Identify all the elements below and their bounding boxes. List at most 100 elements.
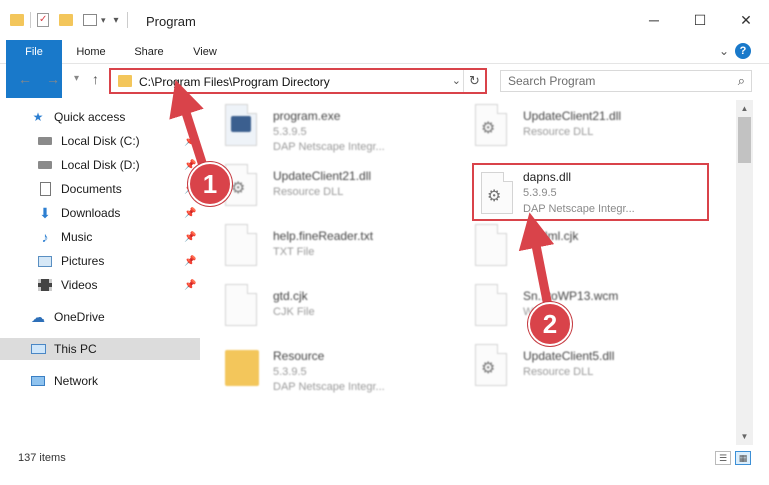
sidebar-item-local-disk-d[interactable]: Local Disk (D:) 📌: [0, 154, 200, 176]
refresh-icon[interactable]: ↻: [463, 70, 485, 92]
file-description: DAP Netscape Integr...: [523, 203, 635, 215]
tab-view[interactable]: View: [180, 40, 230, 64]
search-icon[interactable]: ⌕: [738, 73, 745, 89]
chevron-down-icon[interactable]: ▾: [101, 15, 106, 26]
list-item[interactable]: program.exe 5.3.9.5 DAP Netscape Integr.…: [205, 100, 455, 158]
address-path[interactable]: C:\Program Files\Program Directory: [139, 75, 330, 89]
tab-home[interactable]: Home: [66, 40, 116, 64]
sidebar-item-label: Music: [61, 230, 93, 244]
sidebar-item-label: Pictures: [61, 254, 105, 268]
exe-icon: [225, 104, 259, 148]
window-title: Program: [146, 14, 196, 29]
pin-icon[interactable]: 📌: [184, 280, 196, 291]
scroll-up-icon[interactable]: ▲: [736, 100, 753, 117]
help-icon[interactable]: ?: [735, 43, 751, 59]
highlighted-file-dapns[interactable]: ⚙ dapns.dll 5.3.9.5 DAP Netscape Integr.…: [472, 163, 709, 221]
file-name: help.fineReader.txt: [273, 229, 374, 243]
expand-ribbon-icon[interactable]: ⌄: [719, 44, 729, 58]
pin-icon[interactable]: 📌: [184, 232, 196, 243]
toolbar-divider: [30, 12, 31, 28]
sidebar-item-label: Downloads: [61, 206, 121, 220]
properties-icon[interactable]: ✓: [37, 13, 49, 27]
sidebar-item-label: Network: [54, 374, 99, 388]
txt-icon: [225, 224, 259, 268]
file-name: UpdateClient21.dll: [523, 109, 622, 123]
list-item[interactable]: Resource 5.3.9.5 DAP Netscape Integr...: [205, 340, 455, 398]
file-list: program.exe 5.3.9.5 DAP Netscape Integr.…: [205, 100, 735, 445]
drive-icon: [37, 158, 53, 172]
sidebar-item-onedrive[interactable]: ☁ OneDrive: [0, 306, 200, 328]
sidebar-item-pictures[interactable]: Pictures 📌: [0, 250, 200, 272]
file-type: Resource DLL: [523, 366, 594, 378]
sidebar-item-label: Quick access: [54, 110, 126, 124]
vertical-scrollbar[interactable]: ▲ ▼: [736, 100, 753, 445]
file-name: Sn...toWP13.wcm: [523, 289, 619, 303]
maximize-button[interactable]: ☐: [677, 0, 723, 40]
chevron-down-icon[interactable]: ⌄: [452, 74, 461, 87]
qat-dropdown-icon[interactable]: ▾: [114, 15, 119, 26]
up-arrow-icon[interactable]: ↑: [92, 71, 99, 87]
file-type: TXT File: [273, 246, 315, 258]
details-view-icon[interactable]: ☰: [715, 451, 731, 465]
file-type: Resource DLL: [523, 126, 594, 138]
file-name: ...Nml.cjk: [529, 229, 579, 243]
navigation-row: ← → ▾ ↑ C:\Program Files\Program Directo…: [0, 64, 769, 96]
ribbon-tabs: File Home Share View ⌄ ?: [0, 40, 769, 98]
step-badge-2: 2: [528, 302, 572, 346]
sidebar-item-label: Local Disk (C:): [61, 134, 140, 148]
list-item[interactable]: ⚙ UpdateClient5.dll Resource DLL: [455, 340, 705, 398]
list-item[interactable]: ⚙ UpdateClient21.dll Resource DLL: [455, 100, 705, 158]
customize-icon[interactable]: [83, 14, 97, 26]
recent-locations-icon[interactable]: ▾: [74, 73, 79, 84]
sidebar-item-this-pc[interactable]: This PC: [0, 338, 200, 360]
file-version: 5.3.9.5: [273, 126, 307, 138]
list-item[interactable]: Sn...toWP13.wcm W...: [455, 280, 705, 338]
sidebar-item-quick-access[interactable]: ★ Quick access: [0, 106, 200, 128]
dll-icon: ⚙: [475, 344, 509, 388]
file-description: DAP Netscape Integr...: [273, 141, 385, 153]
file-name: UpdateClient5.dll: [523, 349, 615, 363]
tiles-view-icon[interactable]: ▦: [735, 451, 751, 465]
forward-arrow-icon[interactable]: →: [46, 71, 60, 87]
list-item[interactable]: gtd.cjk CJK File: [205, 280, 455, 338]
file-name: gtd.cjk: [273, 289, 308, 303]
file-version: 5.3.9.5: [273, 366, 307, 378]
sidebar-item-music[interactable]: ♪ Music 📌: [0, 226, 200, 248]
tab-share[interactable]: Share: [124, 40, 174, 64]
search-input[interactable]: Search Program ⌕: [500, 70, 752, 92]
close-button[interactable]: ✕: [723, 0, 769, 40]
music-icon: ♪: [41, 229, 49, 245]
videos-icon: [37, 278, 53, 292]
list-item[interactable]: help.fineReader.txt TXT File: [205, 220, 455, 278]
sidebar-item-videos[interactable]: Videos 📌: [0, 274, 200, 296]
sidebar-item-local-disk-c[interactable]: Local Disk (C:) 📌: [0, 130, 200, 152]
pin-icon[interactable]: 📌: [184, 136, 196, 147]
toolbar-divider: [126, 12, 128, 28]
pin-icon[interactable]: 📌: [184, 256, 196, 267]
scroll-down-icon[interactable]: ▼: [736, 428, 753, 445]
sidebar-item-label: This PC: [54, 342, 97, 356]
sidebar-item-label: Documents: [61, 182, 122, 196]
file-description: DAP Netscape Integr...: [273, 381, 385, 393]
file-name: UpdateClient21.dll: [273, 169, 372, 183]
status-bar: 137 items ☰ ▦: [0, 448, 769, 470]
dll-icon: ⚙: [481, 172, 515, 214]
list-item[interactable]: ⚙ UpdateClient21.dll Resource DLL: [205, 160, 455, 218]
minimize-button[interactable]: ─: [631, 0, 677, 40]
file-type: CJK File: [273, 306, 315, 318]
sidebar-item-documents[interactable]: Documents 📌: [0, 178, 200, 200]
address-bar[interactable]: C:\Program Files\Program Directory ⌄ ↻: [109, 68, 487, 94]
back-arrow-icon[interactable]: ←: [18, 71, 32, 87]
sidebar-item-downloads[interactable]: ⬇ Downloads 📌: [0, 202, 200, 224]
computer-icon: [30, 342, 46, 356]
documents-icon: [37, 182, 53, 196]
sidebar-item-label: OneDrive: [54, 310, 105, 324]
file-name: dapns.dll: [523, 170, 572, 184]
new-folder-icon[interactable]: [59, 14, 73, 26]
sidebar-item-network[interactable]: Network: [0, 370, 200, 392]
list-item[interactable]: ...Nml.cjk: [455, 220, 705, 278]
folder-icon: [118, 75, 132, 87]
quick-access-toolbar: ✓ ▾ ▾: [10, 12, 130, 28]
scrollbar-thumb[interactable]: [738, 117, 751, 163]
pin-icon[interactable]: 📌: [184, 208, 196, 219]
